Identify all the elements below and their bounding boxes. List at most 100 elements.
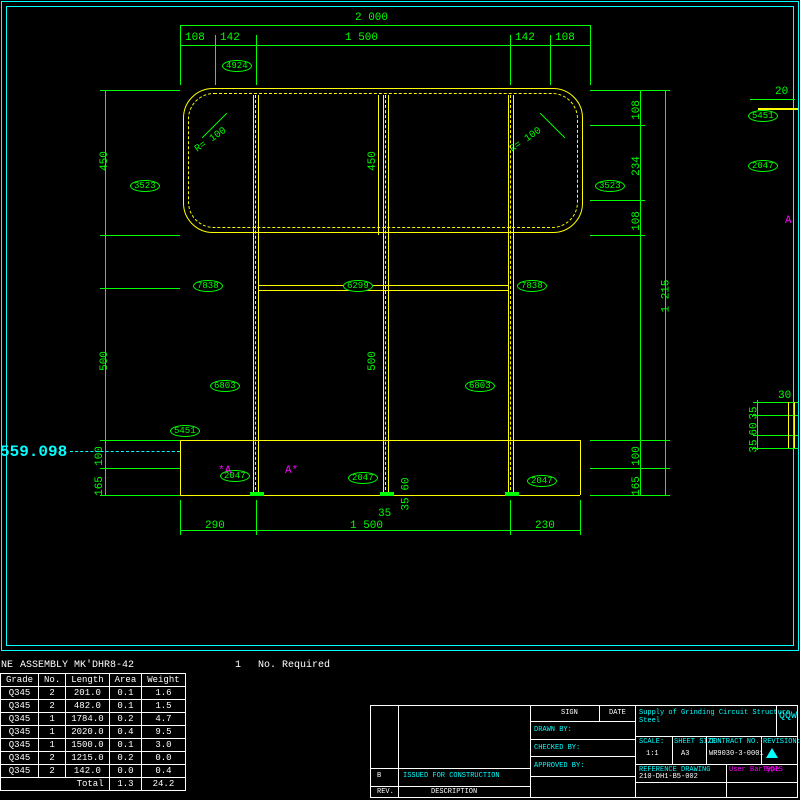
dim-60-s: 60 [749,422,761,435]
dim-35-s1: 35 [749,406,761,419]
bubble-4924: 4924 [222,60,252,72]
tb-approved: APPROVED BY: [534,762,584,770]
bubble-3523-r: 3523 [595,180,625,192]
bom-row: Q3452201.00.11.6 [1,687,186,700]
bubble-3523-l: 3523 [130,180,160,192]
ext-line [100,468,180,469]
ext-line [100,495,180,496]
tb-div [371,786,531,787]
tb-rev-l: REVISION: [763,738,800,746]
bom-cell: 1 [39,739,66,752]
total-weight: 24.2 [142,778,185,791]
bom-cell: 3.0 [142,739,185,752]
tb-sign-col: SIGN DATE DRAWN BY: CHECKED BY: APPROVED… [531,706,636,798]
dim-20-side: 20 [775,86,788,98]
bom-cell: 2 [39,752,66,765]
bom-cell: Q345 [1,700,39,713]
ext-line [590,200,645,201]
bom-cell: 1.5 [142,700,185,713]
dim-234: 234 [631,156,643,176]
tb-desc-col [399,706,531,798]
dim-500-l: 500 [99,351,111,371]
dim-line-2000 [180,25,590,26]
tb-rev-col [371,706,399,798]
bubble-7838-l: 7838 [193,280,223,292]
ext-line [256,500,257,535]
post-right-inner [513,95,514,495]
bom-cell: 142.0 [66,765,109,778]
bom-cell: 201.0 [66,687,109,700]
bom-row: Q34521215.00.20.0 [1,752,186,765]
bom-cell: 0.4 [109,726,142,739]
dim-100-r: 100 [631,446,643,466]
bom-cell: 1.6 [142,687,185,700]
bom-cell: 0.2 [109,752,142,765]
bom-cell: Q345 [1,713,39,726]
ext-line [100,90,180,91]
col-grade: Grade [1,674,39,687]
post-left-inner [258,95,259,495]
tb-issued: ISSUED FOR CONSTRUCTION [403,772,500,780]
marker-a-side: A [785,215,792,227]
bom-cell: 4.7 [142,713,185,726]
bom-cell: 0.1 [109,700,142,713]
tb-checked: CHECKED BY: [534,744,580,752]
dim-450-l: 450 [99,151,111,171]
bom-row: Q3452142.00.00.4 [1,765,186,778]
dim-35: 35 [401,497,413,510]
dim-165-r: 165 [631,476,643,496]
bubble-6803-r: 6803 [465,380,495,392]
bubble-2047-m: 2047 [348,472,378,484]
tb-scale-v: 1:1 [646,750,659,758]
ext-line [215,35,216,85]
dim-2000: 2 000 [355,12,388,24]
dim-35-s2: 35 [749,439,761,452]
ext-line [750,99,795,100]
bom-cell: Q345 [1,752,39,765]
bom-total-row: Total 1.3 24.2 [1,778,186,791]
tb-triangle-icon [766,748,778,758]
table-req: No. Required [258,660,330,671]
title-block: B ISSUED FOR CONSTRUCTION REV. DESCRIPTI… [370,705,798,798]
total-area: 1.3 [109,778,142,791]
bom-cell: 2 [39,765,66,778]
post-mid [383,95,384,495]
total-label: Total [1,778,110,791]
kickplate-left [180,440,181,495]
col-area: Area [109,674,142,687]
side-plate [788,402,789,448]
post-right-center [510,95,511,495]
kickplate-right [580,440,581,495]
kickplate-top [180,440,580,441]
mid-rail-bot [258,290,508,291]
table-one: 1 [235,660,241,671]
bubble-5451: 5451 [170,425,200,437]
tb-b: B [377,772,381,780]
ext-line [590,125,645,126]
bubble-6803-l: 6803 [210,380,240,392]
side-plate-2 [794,402,795,448]
bom-cell: 2 [39,687,66,700]
ext-line [590,468,670,469]
bom-cell: 1784.0 [66,713,109,726]
bom-cell: Q345 [1,687,39,700]
dim-100-l: 100 [94,446,106,466]
post-left [253,95,254,495]
ext-line [510,500,511,535]
bom-cell: 0.1 [109,739,142,752]
col-no: No. [39,674,66,687]
baseplate-mid [380,492,394,496]
ext-line [256,35,257,85]
bom-cell: 0.1 [109,687,142,700]
tb-bartype-v: BOIS [766,766,783,774]
ext-line [100,440,180,441]
tb-ref-v: 210-DH1-B5-002 [639,773,698,781]
tb-div [371,768,531,769]
col-length: Length [66,674,109,687]
ext-line [580,500,581,535]
coordinate-label: 559.098 [0,443,67,461]
dim-500-m: 500 [367,351,379,371]
bom-cell: 0.0 [142,752,185,765]
tb-desc: DESCRIPTION [431,788,477,796]
baseplate-left [250,492,264,496]
